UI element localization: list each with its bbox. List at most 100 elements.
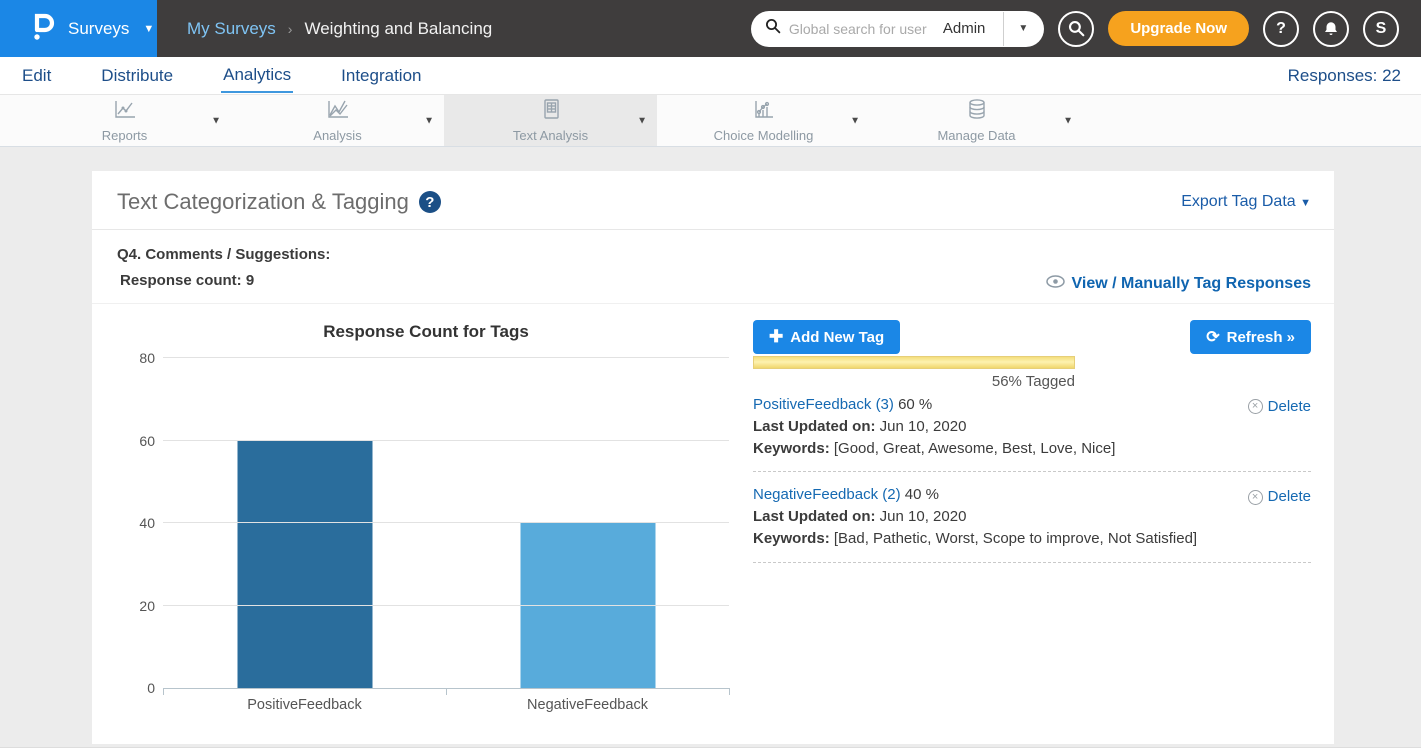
global-search-input[interactable]: [789, 21, 929, 37]
tag-entry-positivefeedback: PositiveFeedback (3) 60 % Last Updated o…: [753, 394, 1311, 472]
header-actions: Admin ▼ Upgrade Now ? S: [751, 0, 1421, 57]
breadcrumb: My Surveys › Weighting and Balancing: [157, 0, 492, 57]
chart-title: Response Count for Tags: [117, 322, 735, 342]
gridline-y20: [163, 605, 729, 606]
tagged-percent-label: 56% Tagged: [753, 373, 1075, 390]
upgrade-now-button[interactable]: Upgrade Now: [1108, 11, 1249, 46]
user-avatar[interactable]: S: [1363, 11, 1399, 47]
x-tick-mark: [729, 688, 730, 695]
tagged-progress: 56% Tagged: [753, 356, 1075, 390]
card-header: Text Categorization & Tagging ? Export T…: [92, 171, 1334, 230]
tab-label: Choice Modelling: [714, 128, 814, 143]
card-content: Response Count for Tags 020406080 Positi…: [92, 304, 1334, 713]
tag-percent: 60 %: [898, 396, 932, 413]
nav-item-integration[interactable]: Integration: [339, 60, 423, 92]
questionpro-logo-icon: [30, 11, 56, 46]
tab-text-analysis[interactable]: Text Analysis ▼: [444, 95, 657, 146]
delete-tag-button[interactable]: × Delete: [1248, 396, 1311, 418]
delete-tag-button[interactable]: × Delete: [1248, 486, 1311, 508]
updated-value: Jun 10, 2020: [880, 508, 967, 525]
notifications-bell-button[interactable]: [1313, 11, 1349, 47]
nav-item-distribute[interactable]: Distribute: [99, 60, 175, 92]
surveys-dropdown-caret-icon[interactable]: ▼: [143, 23, 154, 35]
trend-chart-icon: [326, 99, 350, 125]
keywords-label: Keywords:: [753, 440, 830, 457]
export-tag-data-dropdown[interactable]: Export Tag Data ▼: [1181, 193, 1311, 211]
tab-analysis-caret-icon[interactable]: ▼: [424, 115, 434, 126]
tab-manage-data[interactable]: Manage Data ▼: [870, 95, 1083, 146]
app-logo-surveys-menu[interactable]: Surveys ▼: [0, 0, 157, 57]
tab-manage-data-caret-icon[interactable]: ▼: [1063, 115, 1073, 126]
y-tick-label: 40: [119, 515, 155, 531]
y-tick-label: 0: [119, 680, 155, 696]
breadcrumb-my-surveys[interactable]: My Surveys: [187, 19, 276, 39]
x-label-negativefeedback: NegativeFeedback: [446, 697, 729, 713]
product-name: Surveys: [68, 19, 129, 39]
tag-name-link[interactable]: NegativeFeedback (2): [753, 486, 901, 503]
tab-label: Text Analysis: [513, 128, 588, 143]
tab-choice-modelling[interactable]: Choice Modelling ▼: [657, 95, 870, 146]
text-categorization-card: Text Categorization & Tagging ? Export T…: [92, 171, 1334, 744]
y-tick-label: 20: [119, 598, 155, 614]
analytics-tab-bar: Reports ▼ Analysis ▼ Text Analysis ▼ Cho…: [0, 95, 1421, 147]
y-tick-label: 80: [119, 350, 155, 366]
updated-label: Last Updated on:: [753, 508, 876, 525]
chart-x-axis-labels: PositiveFeedbackNegativeFeedback: [163, 697, 729, 713]
refresh-button[interactable]: ⟳ Refresh »: [1190, 320, 1311, 354]
top-header: Surveys ▼ My Surveys › Weighting and Bal…: [0, 0, 1421, 57]
search-scope-value[interactable]: Admin: [937, 20, 996, 37]
nav-item-edit[interactable]: Edit: [20, 60, 53, 92]
search-submit-button[interactable]: [1058, 11, 1094, 47]
title-help-icon[interactable]: ?: [419, 191, 441, 213]
question-info-row: Q4. Comments / Suggestions: Response cou…: [92, 230, 1334, 304]
bar-positivefeedback[interactable]: [237, 441, 372, 689]
tab-label: Analysis: [313, 128, 361, 143]
plus-icon: ✚: [769, 327, 783, 347]
tag-name-link[interactable]: PositiveFeedback (3): [753, 396, 894, 413]
tag-entry-negativefeedback: NegativeFeedback (2) 40 % Last Updated o…: [753, 484, 1311, 562]
nav-item-analytics[interactable]: Analytics: [221, 59, 293, 93]
question-label: Q4. Comments / Suggestions:: [117, 242, 330, 268]
tab-analysis[interactable]: Analysis ▼: [231, 95, 444, 146]
view-manually-tag-link[interactable]: View / Manually Tag Responses: [1046, 275, 1311, 293]
response-count: Response count: 9: [117, 268, 330, 294]
database-icon: [966, 98, 988, 125]
tags-panel: ✚ Add New Tag ⟳ Refresh » 56% Tagged Pos…: [735, 312, 1311, 713]
responses-count: Responses: 22: [1288, 66, 1401, 86]
bar-negativefeedback[interactable]: [520, 523, 655, 688]
global-search-box[interactable]: Admin ▼: [751, 11, 1044, 47]
breadcrumb-current-survey: Weighting and Balancing: [304, 19, 492, 39]
search-scope-caret-icon[interactable]: ▼: [1012, 23, 1034, 34]
tab-reports-caret-icon[interactable]: ▼: [211, 115, 221, 126]
gridline-y40: [163, 522, 729, 523]
search-icon: [765, 18, 781, 39]
updated-label: Last Updated on:: [753, 418, 876, 435]
ledger-grid-icon: [540, 98, 562, 125]
updated-value: Jun 10, 2020: [880, 418, 967, 435]
keywords-label: Keywords:: [753, 530, 830, 547]
tag-percent: 40 %: [905, 486, 939, 503]
tagged-progressbar: [753, 356, 1075, 369]
x-label-positivefeedback: PositiveFeedback: [163, 697, 446, 713]
response-count-chart: Response Count for Tags 020406080 Positi…: [117, 312, 735, 713]
chart-plot-area: 020406080: [163, 358, 729, 689]
help-button[interactable]: ?: [1263, 11, 1299, 47]
tab-reports[interactable]: Reports ▼: [18, 95, 231, 146]
y-tick-label: 60: [119, 433, 155, 449]
add-new-tag-button[interactable]: ✚ Add New Tag: [753, 320, 900, 354]
x-tick-mark: [163, 688, 164, 695]
survey-section-nav: Edit Distribute Analytics Integration Re…: [0, 57, 1421, 95]
tab-text-analysis-caret-icon[interactable]: ▼: [637, 115, 647, 126]
line-chart-icon: [113, 99, 137, 125]
breadcrumb-separator-icon: ›: [288, 21, 293, 37]
eye-icon: [1046, 275, 1065, 293]
tab-choice-modelling-caret-icon[interactable]: ▼: [850, 115, 860, 126]
gridline-y60: [163, 440, 729, 441]
x-tick-mark: [446, 688, 447, 695]
scatter-chart-icon: [752, 99, 776, 125]
tab-label: Manage Data: [937, 128, 1015, 143]
gridline-y80: [163, 357, 729, 358]
circle-x-icon: ×: [1248, 399, 1263, 414]
export-caret-icon: ▼: [1300, 197, 1311, 209]
refresh-icon: ⟳: [1206, 327, 1219, 347]
